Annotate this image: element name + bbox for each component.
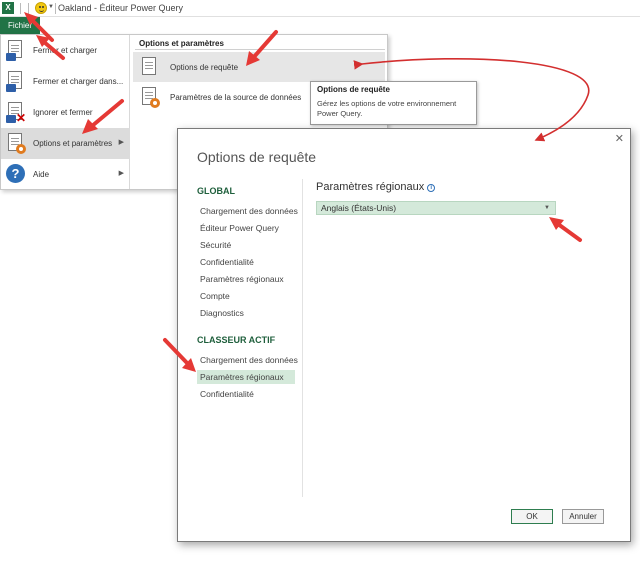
file-tab[interactable]: Fichier — [0, 17, 40, 34]
title-bar-separator — [55, 3, 56, 14]
quick-access-dropdown-icon[interactable]: ▼ — [48, 4, 54, 10]
locale-dropdown-value: Anglais (États-Unis) — [321, 203, 397, 213]
info-icon[interactable]: i — [427, 184, 436, 192]
dialog-title: Options de requête — [197, 149, 317, 165]
file-menu-commands: Fermer et charger Fermer et charger dans… — [1, 35, 130, 189]
submenu-header: Options et paramètres — [139, 39, 224, 48]
nav-item-workbook-privacy[interactable]: Confidentialité — [197, 387, 295, 401]
options-gear-icon — [6, 132, 26, 154]
submenu-divider — [135, 49, 385, 50]
options-nav: GLOBAL Chargement des données Éditeur Po… — [178, 179, 303, 497]
options-content: Paramètres régionaux i Anglais (États-Uni… — [316, 181, 616, 215]
query-options-dialog: ✕ Options de requête GLOBAL Chargement d… — [177, 128, 631, 542]
nav-item-global-editor[interactable]: Éditeur Power Query — [197, 221, 295, 235]
close-and-load-to-icon — [6, 70, 26, 92]
title-bar: X ▼ Oakland - Éditeur Power Query — [0, 0, 640, 17]
nav-item-global-privacy[interactable]: Confidentialité — [197, 255, 295, 269]
tooltip: Options de requête Gérez les options de … — [310, 81, 477, 125]
nav-item-workbook-regional[interactable]: Paramètres régionaux — [197, 370, 295, 384]
submenu-arrow-icon: ▶ — [118, 170, 124, 177]
nav-item-global-data-load[interactable]: Chargement des données — [197, 204, 298, 218]
locale-dropdown[interactable]: Anglais (États-Unis) ▼ — [316, 201, 556, 215]
data-source-settings-icon — [140, 86, 160, 108]
nav-item-global-regional[interactable]: Paramètres régionaux — [197, 272, 295, 286]
ok-button[interactable]: OK — [511, 509, 553, 524]
submenu-item-query-options[interactable]: Options de requête — [133, 52, 385, 82]
menu-item-close-and-load-to[interactable]: Fermer et charger dans... — [1, 66, 130, 97]
discard-and-close-icon: ✕ — [6, 101, 26, 124]
submenu-arrow-icon: ▶ — [118, 139, 124, 146]
close-icon[interactable]: ✕ — [615, 132, 624, 145]
help-icon: ? — [6, 164, 25, 183]
excel-app-icon: X — [2, 2, 14, 14]
nav-item-workbook-data-load[interactable]: Chargement des données — [197, 353, 298, 367]
section-title: Paramètres régionaux i — [316, 181, 616, 193]
query-options-icon — [140, 56, 160, 78]
nav-item-global-account[interactable]: Compte — [197, 289, 295, 303]
nav-item-global-security[interactable]: Sécurité — [197, 238, 295, 252]
nav-section-current-workbook: CLASSEUR ACTIF — [197, 335, 276, 345]
nav-section-global: GLOBAL — [197, 186, 235, 196]
window-title: Oakland - Éditeur Power Query — [58, 3, 184, 13]
section-title-text: Paramètres régionaux — [316, 181, 425, 193]
nav-item-global-diagnostics[interactable]: Diagnostics — [197, 306, 295, 320]
title-bar-separator — [20, 3, 21, 14]
feedback-smiley-icon[interactable] — [35, 2, 47, 14]
close-and-load-icon — [6, 39, 26, 61]
title-bar-separator — [28, 3, 29, 14]
cancel-button[interactable]: Annuler — [562, 509, 604, 524]
tooltip-body: Gérez les options de votre environnement… — [317, 99, 457, 118]
tooltip-title: Options de requête — [317, 85, 390, 94]
chevron-down-icon: ▼ — [544, 205, 550, 211]
menu-item-help[interactable]: ? Aide ▶ — [1, 159, 130, 190]
menu-item-discard-and-close[interactable]: ✕ Ignorer et fermer — [1, 97, 130, 128]
menu-item-options-and-settings[interactable]: Options et paramètres ▶ — [1, 128, 130, 159]
menu-item-close-and-load[interactable]: Fermer et charger — [1, 35, 130, 66]
